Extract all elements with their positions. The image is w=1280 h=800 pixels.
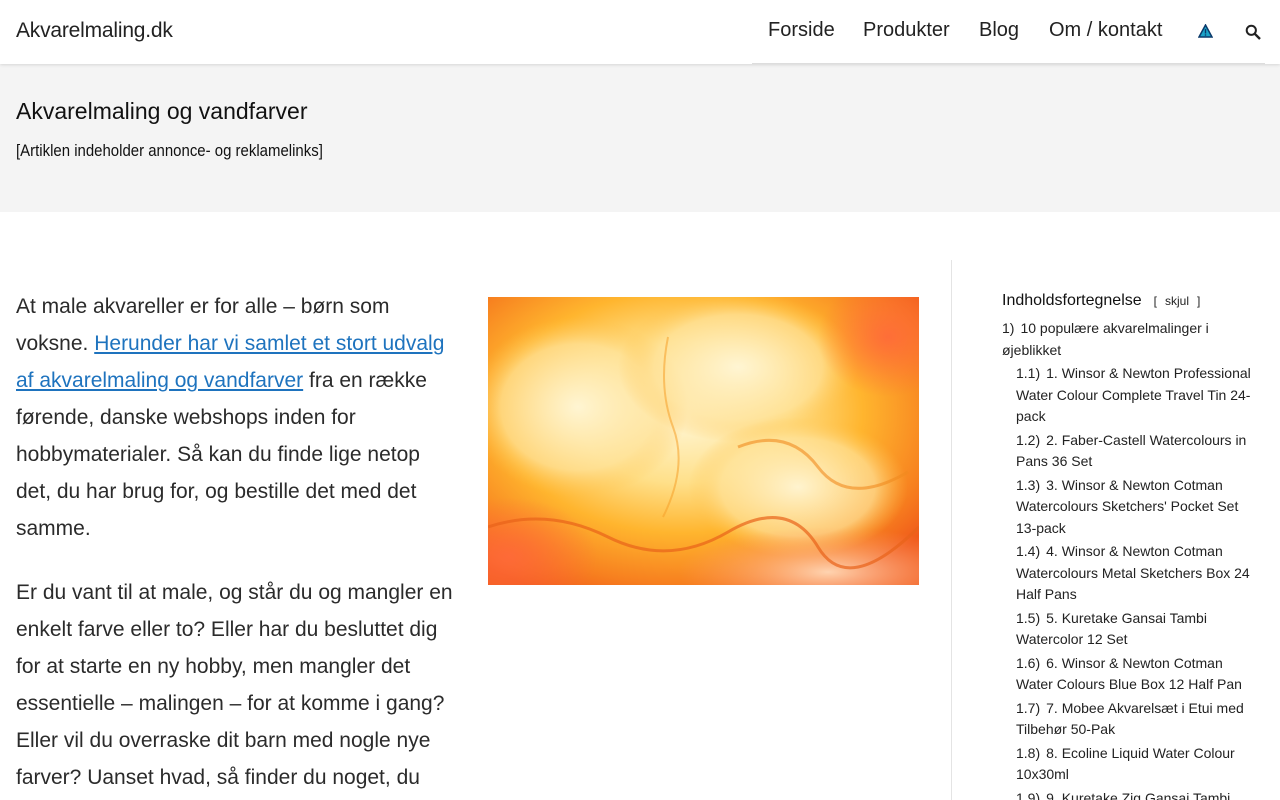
toc-item[interactable]: 1.5) 5. Kuretake Gansai Tambi Watercolor …: [1016, 608, 1252, 651]
toc-item-number: 1.6): [1016, 654, 1041, 671]
main-nav: Forside Produkter Blog Om / kontakt: [752, 0, 1265, 64]
toc-item-number: 1.8): [1016, 744, 1041, 761]
toc-item-number: 1.7): [1016, 699, 1041, 716]
toc-title: Indholdsfortegnelse: [1002, 292, 1142, 309]
toc-item-label: 2. Faber-Castell Watercolours in Pans 36…: [1016, 431, 1247, 470]
article-body: At male akvareller er for alle – børn so…: [16, 288, 456, 800]
nav-item-forside[interactable]: Forside: [768, 19, 835, 42]
toc-item-number: 1.4): [1016, 543, 1041, 559]
toc-item[interactable]: 1.8) 8. Ecoline Liquid Water Colour 10x30…: [1016, 743, 1252, 786]
toc-item-number: 1.1): [1016, 365, 1041, 381]
toc-item-number: 1.3): [1016, 476, 1041, 493]
toc-item-label: 9. Kuretake Zig Gansai Tambi: [1046, 789, 1231, 800]
intro-paragraph: At male akvareller er for alle – børn so…: [16, 288, 456, 547]
toc-item[interactable]: 1.6) 6. Winsor & Newton Cotman Water Colo…: [1016, 653, 1252, 696]
toc-item-number: 1.5): [1016, 609, 1041, 626]
toc-item-label: 5. Kuretake Gansai Tambi Watercolor 12 S…: [1016, 609, 1207, 648]
toc-list: 1) 10 populære akvarelmalinger i øjeblikk…: [1002, 318, 1252, 800]
site-logo[interactable]: Akvarelmaling.dk: [16, 19, 173, 43]
intro-text-continued: fra en række førende, danske webshops in…: [16, 369, 427, 540]
nav-item-blog[interactable]: Blog: [979, 19, 1019, 42]
nav-item-om-kontakt[interactable]: Om / kontakt: [1049, 19, 1162, 42]
table-of-contents: Indholdsfortegnelse [ skjul] 1) 10 populær…: [1002, 292, 1252, 800]
toc-item-label: 3. Winsor & Newton Cotman Watercolours S…: [1016, 476, 1239, 536]
toc-hide-toggle[interactable]: [ skjul]: [1150, 294, 1205, 308]
toc-item[interactable]: 1.1) 1. Winsor & Newton Professional Wate…: [1016, 363, 1252, 428]
toc-item-number: 1.9): [1016, 789, 1041, 800]
ad-disclaimer: [Artiklen indeholder annonce- og reklame…: [16, 141, 323, 160]
page-header-band: Akvarelmaling og vandfarver [Artiklen in…: [0, 64, 1280, 212]
toc-item[interactable]: 1.4) 4. Winsor & Newton Cotman Watercolou…: [1016, 541, 1252, 606]
toc-header: Indholdsfortegnelse [ skjul]: [1002, 292, 1252, 310]
toc-item-number: 1): [1002, 320, 1015, 336]
page-title: Akvarelmaling og vandfarver: [16, 98, 308, 124]
toc-item-label: 6. Winsor & Newton Cotman Water Colours …: [1016, 654, 1242, 693]
toc-item[interactable]: 1.7) 7. Mobee Akvarelsæt i Etui med Tilbe…: [1016, 698, 1252, 741]
toc-item[interactable]: 1.2) 2. Faber-Castell Watercolours in Pan…: [1016, 430, 1252, 473]
toc-item[interactable]: 1) 10 populære akvarelmalinger i øjeblikk…: [1002, 318, 1252, 361]
toc-bracket-open: [: [1153, 294, 1157, 308]
toc-hide-label: skjul: [1165, 294, 1190, 308]
top-navigation-bar: Akvarelmaling.dk Forside Produkter Blog …: [0, 0, 1280, 64]
second-paragraph: Er du vant til at male, og står du og ma…: [16, 581, 453, 789]
warning-triangle-icon[interactable]: [1198, 24, 1213, 38]
watercolor-image: [488, 297, 919, 585]
toc-item-label: 1. Winsor & Newton Professional Water Co…: [1016, 365, 1251, 424]
toc-item[interactable]: 1.9) 9. Kuretake Zig Gansai Tambi: [1016, 788, 1252, 800]
toc-item-label: 8. Ecoline Liquid Water Colour 10x30ml: [1016, 744, 1235, 783]
toc-bracket-close: ]: [1197, 294, 1201, 308]
search-icon[interactable]: [1245, 24, 1261, 40]
toc-item-label: 10 populære akvarelmalinger i øjeblikket: [1002, 320, 1209, 358]
toc-item[interactable]: 1.3) 3. Winsor & Newton Cotman Watercolou…: [1016, 475, 1252, 540]
toc-item-label: 7. Mobee Akvarelsæt i Etui med Tilbehør …: [1016, 699, 1244, 738]
sidebar-divider: [951, 260, 952, 800]
nav-item-produkter[interactable]: Produkter: [863, 19, 950, 42]
toc-item-number: 1.2): [1016, 431, 1041, 448]
toc-item-label: 4. Winsor & Newton Cotman Watercolours M…: [1016, 543, 1250, 602]
